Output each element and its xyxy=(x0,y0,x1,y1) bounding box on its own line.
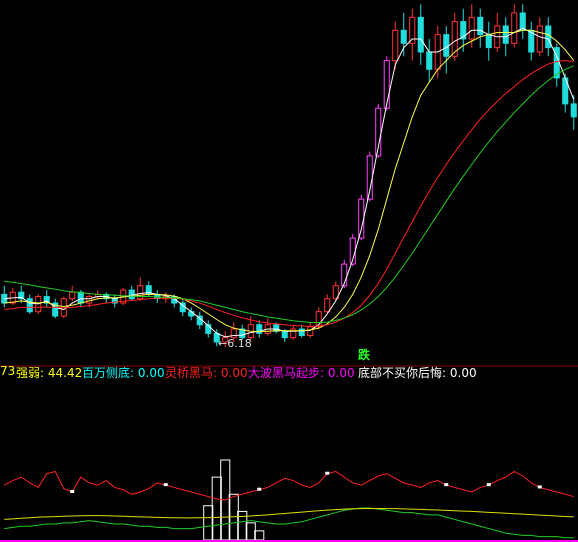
candle-body xyxy=(69,291,76,300)
indicator-million-label: 百万侧底: 0.00 xyxy=(82,366,165,380)
candle-body xyxy=(485,34,492,49)
indicator-bottom-label: 底部不买你后悔: 0.00 xyxy=(358,366,477,380)
sell-signal-label: 跌 xyxy=(358,348,371,362)
candle-body xyxy=(324,298,331,313)
indicator-wave-label: 大波黑马起步: 0.00 xyxy=(248,366,355,380)
candle-body xyxy=(298,328,305,337)
ma-line-1 xyxy=(4,29,575,333)
candle-body xyxy=(511,12,518,44)
candle-body xyxy=(26,298,33,313)
indicator-marker xyxy=(537,485,542,489)
candle-body xyxy=(545,25,552,49)
indicator-strength-label: 强弱: 44.42 xyxy=(16,366,83,380)
indicator-marker xyxy=(325,471,330,475)
candle-body xyxy=(477,16,484,36)
candle-body xyxy=(358,198,365,239)
indicator-marker xyxy=(444,483,449,487)
indicator-legend: 73 强弱: 44.42 百万侧底: 0.00 灵桥黑马: 0.00 大波黑马起… xyxy=(0,361,578,381)
candle-body xyxy=(383,60,390,109)
indicator-bridge-label: 灵桥黑马: 0.00 xyxy=(165,366,248,380)
candle-body xyxy=(443,34,450,57)
indicator-yellow-line xyxy=(4,507,574,520)
candle-body xyxy=(392,29,399,62)
chart-canvas xyxy=(0,4,578,542)
indicator-marker xyxy=(163,483,168,487)
candle-body xyxy=(426,51,433,70)
candle-body xyxy=(536,25,543,53)
candle-body xyxy=(468,16,475,40)
indicator-bar xyxy=(237,510,248,541)
ma-line-2 xyxy=(4,60,574,327)
indicator-marker xyxy=(70,490,75,493)
candle-body xyxy=(502,25,509,44)
indicator-bar xyxy=(203,505,214,541)
candle-body xyxy=(400,29,407,44)
candle-body xyxy=(273,324,280,332)
indicator-bar xyxy=(211,476,222,541)
indicator-marker xyxy=(257,487,262,491)
ma-line-0 xyxy=(4,27,575,338)
low-price-label: ←6.18 xyxy=(218,337,252,350)
indicator-prefix: 73 xyxy=(0,364,16,378)
candle-body xyxy=(281,330,288,339)
candle-body xyxy=(86,296,93,304)
candle-body xyxy=(570,103,577,118)
candle-body xyxy=(417,16,424,53)
candle-body xyxy=(77,291,84,304)
candle-body xyxy=(188,311,195,317)
ma-line-3 xyxy=(4,65,574,324)
indicator-marker xyxy=(486,483,491,487)
candle-body xyxy=(307,326,314,337)
indicator-bar xyxy=(245,522,256,541)
indicator-bar xyxy=(254,530,265,541)
